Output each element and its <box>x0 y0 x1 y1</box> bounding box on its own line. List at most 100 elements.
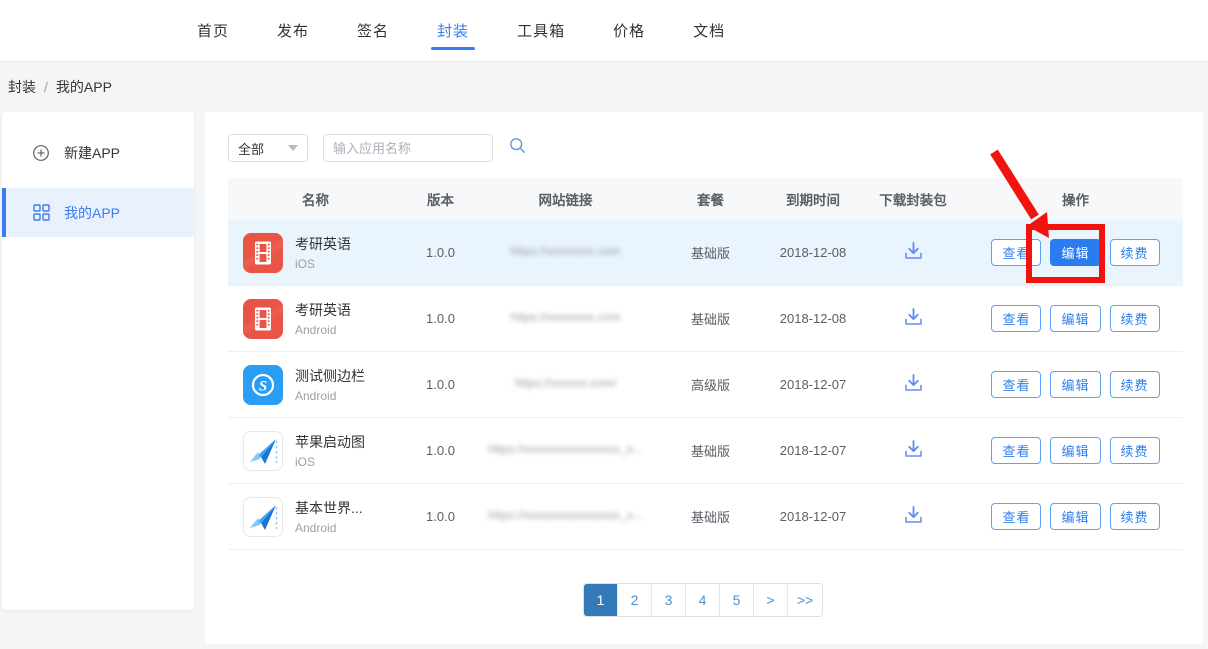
breadcrumb-separator: / <box>44 79 48 95</box>
app-link-cell: https://xxxxxxxxxxxxxxxx_x... <box>478 508 653 525</box>
app-plan: 高级版 <box>653 375 768 394</box>
edit-button[interactable]: 编辑 <box>1050 305 1100 332</box>
app-link-blurred: https://xxxxxxxx.com <box>510 310 620 324</box>
page-button-5[interactable]: 5 <box>720 584 754 616</box>
download-icon[interactable] <box>902 372 925 394</box>
grid-icon <box>32 204 50 222</box>
sidebar-item-my-app[interactable]: 我的APP <box>2 188 194 237</box>
app-name: 基本世界... <box>295 498 363 518</box>
breadcrumb-section[interactable]: 封装 <box>8 77 36 97</box>
pagination: 12345>>> <box>583 583 823 617</box>
table-row: S 测试侧边栏 Android 1.0.0 https://xxxxxx.com… <box>228 352 1183 418</box>
table-header-row: 名称 版本 网站链接 套餐 到期时间 下载封装包 操作 <box>228 178 1183 220</box>
download-icon[interactable] <box>902 240 925 262</box>
app-link-blurred: https://xxxxxxxxxxxxxxxx_x... <box>488 508 643 522</box>
app-expiry: 2018-12-07 <box>768 443 858 458</box>
edit-button[interactable]: 编辑 <box>1050 239 1100 266</box>
column-header-version: 版本 <box>403 189 478 209</box>
app-expiry: 2018-12-07 <box>768 377 858 392</box>
app-name-cell: 基本世界... Android <box>228 497 403 537</box>
actions-cell: 查看 编辑 续费 <box>968 503 1183 530</box>
nav-item-toolbox[interactable]: 工具箱 <box>517 0 565 62</box>
app-expiry: 2018-12-08 <box>768 311 858 326</box>
edit-button[interactable]: 编辑 <box>1050 371 1100 398</box>
sidebar-item-label: 新建APP <box>64 143 120 163</box>
page-button-3[interactable]: 3 <box>652 584 686 616</box>
app-packaging-page: 首页 发布 签名 封装 工具箱 价格 文档 封装 / 我的APP 新建APP 我… <box>0 0 1208 649</box>
app-platform: Android <box>295 521 363 535</box>
search-input[interactable] <box>333 141 509 156</box>
download-icon[interactable] <box>902 438 925 460</box>
s-logo-icon: S <box>243 365 283 405</box>
download-icon[interactable] <box>902 306 925 328</box>
view-button[interactable]: 查看 <box>991 503 1041 530</box>
download-cell <box>858 504 968 529</box>
main-content: 全部 名称 版本 网站链接 套餐 到期时间 下载封装包 操作 <box>205 112 1203 644</box>
column-header-download: 下载封装包 <box>858 189 968 209</box>
view-button[interactable]: 查看 <box>991 371 1041 398</box>
svg-text:S: S <box>259 378 267 394</box>
sidebar-item-label: 我的APP <box>64 203 120 223</box>
search-icon[interactable] <box>509 137 526 159</box>
download-cell <box>858 306 968 331</box>
nav-item-home[interactable]: 首页 <box>197 0 229 62</box>
app-name-cell: 考研英语 Android <box>228 299 403 339</box>
next-page-button[interactable]: > <box>754 584 788 616</box>
app-version: 1.0.0 <box>403 377 478 392</box>
paper-bird-icon <box>243 497 283 537</box>
app-version: 1.0.0 <box>403 311 478 326</box>
app-link-cell: https://xxxxxx.com/ <box>478 376 653 393</box>
view-button[interactable]: 查看 <box>991 437 1041 464</box>
chevron-down-icon <box>288 145 298 151</box>
plus-circle-icon <box>32 144 50 162</box>
edit-button[interactable]: 编辑 <box>1050 437 1100 464</box>
app-link-cell: https://xxxxxxxxxxxxxxxx_x... <box>478 442 653 459</box>
app-name: 测试侧边栏 <box>295 366 365 386</box>
top-navigation: 首页 发布 签名 封装 工具箱 价格 文档 <box>0 0 1208 62</box>
nav-item-package[interactable]: 封装 <box>437 0 469 62</box>
nav-item-price[interactable]: 价格 <box>613 0 645 62</box>
app-name-cell: 苹果启动图 iOS <box>228 431 403 471</box>
table-body: 考研英语 iOS 1.0.0 https://xxxxxxxx.com 基础版 … <box>228 220 1183 550</box>
app-plan: 基础版 <box>653 507 768 526</box>
page-button-1[interactable]: 1 <box>584 584 618 616</box>
app-name: 考研英语 <box>295 234 351 254</box>
view-button[interactable]: 查看 <box>991 239 1041 266</box>
app-platform: Android <box>295 323 351 337</box>
app-link-cell: https://xxxxxxxx.com <box>478 244 653 261</box>
table-row: 基本世界... Android 1.0.0 https://xxxxxxxxxx… <box>228 484 1183 550</box>
nav-item-docs[interactable]: 文档 <box>693 0 725 62</box>
actions-cell: 查看 编辑 续费 <box>968 437 1183 464</box>
app-plan: 基础版 <box>653 243 768 262</box>
table-row: 苹果启动图 iOS 1.0.0 https://xxxxxxxxxxxxxxxx… <box>228 418 1183 484</box>
film-icon <box>243 299 283 339</box>
app-platform: iOS <box>295 455 365 469</box>
sidebar-item-new-app[interactable]: 新建APP <box>2 128 194 177</box>
breadcrumb: 封装 / 我的APP <box>8 62 112 112</box>
download-cell <box>858 372 968 397</box>
nav-item-sign[interactable]: 签名 <box>357 0 389 62</box>
app-version: 1.0.0 <box>403 245 478 260</box>
app-expiry: 2018-12-07 <box>768 509 858 524</box>
page-button-4[interactable]: 4 <box>686 584 720 616</box>
view-button[interactable]: 查看 <box>991 305 1041 332</box>
app-version: 1.0.0 <box>403 509 478 524</box>
app-link-blurred: https://xxxxxxxx.com <box>510 244 620 258</box>
renew-button[interactable]: 续费 <box>1110 305 1160 332</box>
renew-button[interactable]: 续费 <box>1110 503 1160 530</box>
edit-button[interactable]: 编辑 <box>1050 503 1100 530</box>
search-box <box>323 134 493 162</box>
actions-cell: 查看 编辑 续费 <box>968 371 1183 398</box>
app-name: 苹果启动图 <box>295 432 365 452</box>
last-page-button[interactable]: >> <box>788 584 822 616</box>
filter-select[interactable]: 全部 <box>228 134 308 162</box>
page-button-2[interactable]: 2 <box>618 584 652 616</box>
nav-item-publish[interactable]: 发布 <box>277 0 309 62</box>
app-plan: 基础版 <box>653 441 768 460</box>
renew-button[interactable]: 续费 <box>1110 239 1160 266</box>
app-version: 1.0.0 <box>403 443 478 458</box>
renew-button[interactable]: 续费 <box>1110 371 1160 398</box>
renew-button[interactable]: 续费 <box>1110 437 1160 464</box>
toolbar: 全部 <box>228 134 493 162</box>
download-icon[interactable] <box>902 504 925 526</box>
